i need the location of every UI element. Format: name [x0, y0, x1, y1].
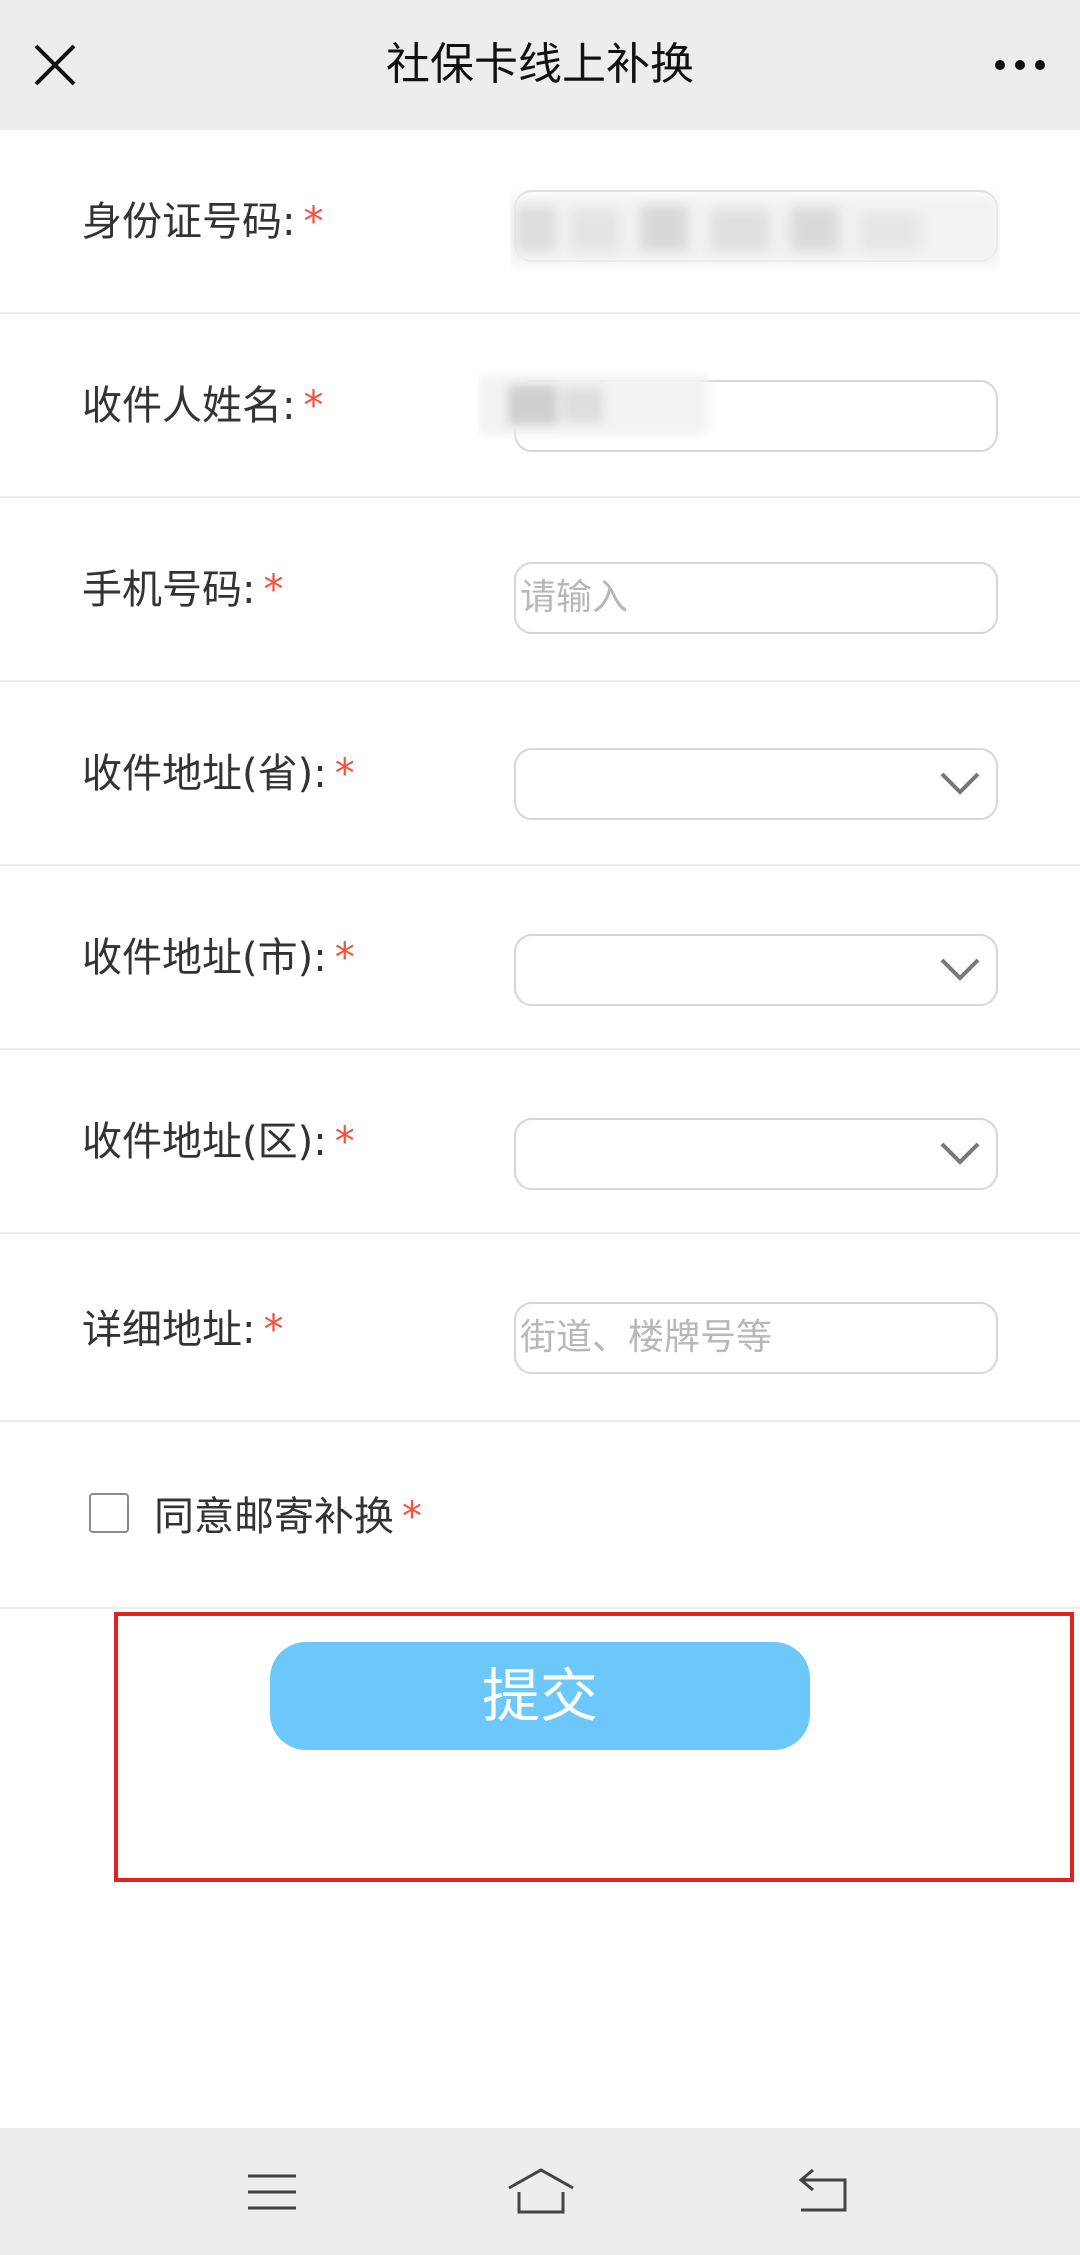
more-dots-icon[interactable] — [990, 45, 1050, 85]
phone-label: 手机号码: * — [82, 567, 284, 613]
redacted-name-value — [478, 375, 708, 435]
form-row-city: 收件地址(市): * — [0, 866, 1080, 1050]
detail-address-input[interactable]: 街道、楼牌号等 — [514, 1302, 998, 1374]
home-icon[interactable] — [505, 2166, 577, 2218]
city-select[interactable] — [514, 934, 998, 1006]
chevron-down-icon — [940, 958, 980, 981]
form-row-detail-address: 详细地址: * 街道、楼牌号等 — [0, 1238, 1080, 1422]
page-title: 社保卡线上补换 — [386, 39, 694, 90]
form-row-agree: 同意邮寄补换 * — [0, 1425, 1080, 1609]
form-row-district: 收件地址(区): * — [0, 1050, 1080, 1234]
province-label: 收件地址(省): * — [82, 751, 355, 797]
redacted-id-value — [510, 195, 1000, 265]
district-select[interactable] — [514, 1118, 998, 1190]
chevron-down-icon — [940, 772, 980, 795]
top-bar: 社保卡线上补换 — [0, 0, 1080, 130]
form-row-province: 收件地址(省): * — [0, 682, 1080, 866]
back-icon[interactable] — [795, 2166, 855, 2218]
city-label: 收件地址(市): * — [82, 935, 355, 981]
district-label: 收件地址(区): * — [82, 1119, 355, 1165]
form-row-phone: 手机号码: * 请输入 — [0, 498, 1080, 682]
recipient-name-label: 收件人姓名: * — [82, 383, 324, 429]
agree-label: 同意邮寄补换 * — [154, 1494, 422, 1540]
detail-address-placeholder: 街道、楼牌号等 — [520, 1317, 773, 1358]
id-number-label: 身份证号码: * — [82, 199, 324, 245]
phone-input[interactable]: 请输入 — [514, 562, 998, 634]
menu-icon[interactable] — [242, 2166, 302, 2218]
phone-placeholder: 请输入 — [520, 577, 629, 618]
province-select[interactable] — [514, 748, 998, 820]
submit-button[interactable]: 提交 — [270, 1642, 810, 1750]
detail-address-label: 详细地址: * — [82, 1307, 284, 1353]
agree-checkbox[interactable] — [89, 1493, 129, 1533]
bottom-nav-bar — [0, 2128, 1080, 2255]
chevron-down-icon — [940, 1142, 980, 1165]
